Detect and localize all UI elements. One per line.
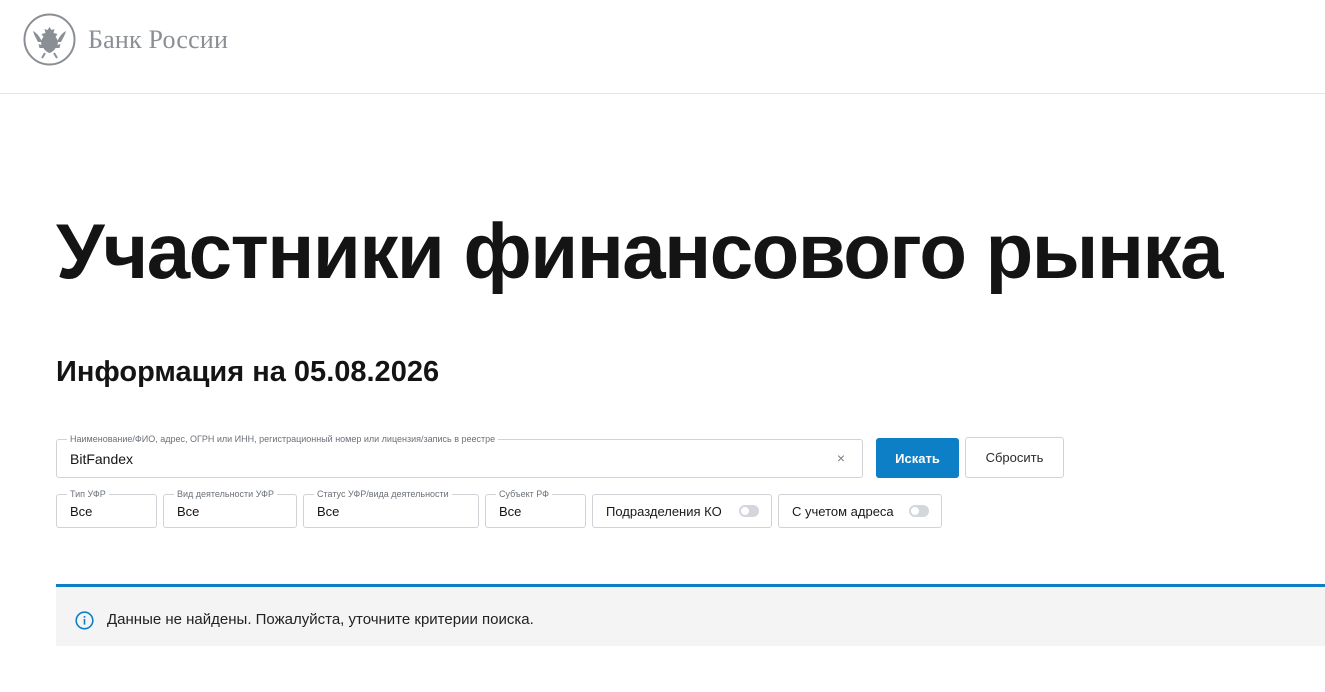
search-input-legend: Наименование/ФИО, адрес, ОГРН или ИНН, р… <box>67 433 499 445</box>
site-header: Банк России <box>0 0 1325 94</box>
brand-name: Банк России <box>88 24 229 54</box>
no-results-notice: Данные не найдены. Пожалуйста, уточните … <box>56 584 1325 646</box>
notice-text: Данные не найдены. Пожалуйста, уточните … <box>107 611 534 628</box>
address-toggle[interactable]: С учетом адреса <box>778 494 942 528</box>
toggle-switch[interactable] <box>909 505 929 517</box>
branches-toggle[interactable]: Подразделения КО <box>592 494 772 528</box>
double-headed-eagle-icon <box>23 13 76 66</box>
filter-activity-type-select[interactable]: Вид деятельности УФР Все <box>163 488 297 528</box>
toggle-label: Подразделения КО <box>606 504 722 519</box>
filter-value: Все <box>177 504 200 519</box>
toggle-switch[interactable] <box>739 505 759 517</box>
filter-value: Все <box>317 504 340 519</box>
filter-legend: Субъект РФ <box>496 488 552 500</box>
info-date-heading: Информация на 05.08.2026 <box>56 356 440 388</box>
toggle-label: С учетом адреса <box>792 504 894 519</box>
filter-legend: Тип УФР <box>67 488 109 500</box>
page-title: Участники финансового рынка <box>56 207 1223 295</box>
reset-button[interactable]: Сбросить <box>965 437 1064 478</box>
filter-status-select[interactable]: Статус УФР/вида деятельности Все <box>303 488 479 528</box>
filter-legend: Статус УФР/вида деятельности <box>314 488 452 500</box>
clear-icon[interactable]: × <box>834 451 848 465</box>
search-button[interactable]: Искать <box>876 438 959 478</box>
filter-legend: Вид деятельности УФР <box>174 488 277 500</box>
filter-value: Все <box>70 504 93 519</box>
search-input-value[interactable]: BitFandex <box>70 451 133 467</box>
bank-logo-link[interactable]: Банк России <box>23 13 228 66</box>
search-input[interactable]: Наименование/ФИО, адрес, ОГРН или ИНН, р… <box>56 433 863 478</box>
info-icon <box>75 611 94 630</box>
filter-ufr-type-select[interactable]: Тип УФР Все <box>56 488 157 528</box>
filter-region-select[interactable]: Субъект РФ Все <box>485 488 586 528</box>
filter-value: Все <box>499 504 522 519</box>
